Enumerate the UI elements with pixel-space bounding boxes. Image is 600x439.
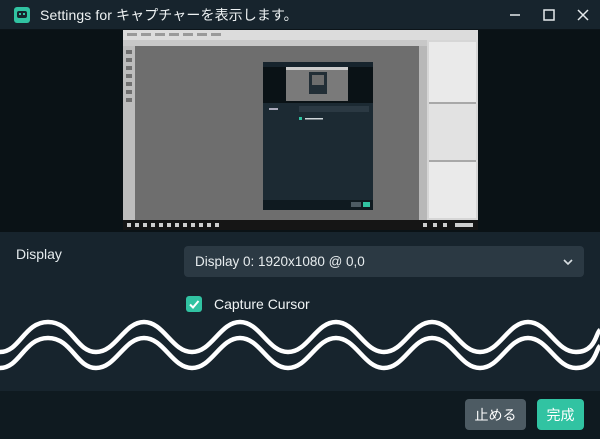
chevron-down-icon (563, 259, 573, 266)
window-controls (498, 0, 600, 29)
done-button[interactable]: 完成 (537, 399, 584, 430)
title-bar: Settings for キャプチャーを表示します。 (0, 0, 600, 30)
close-icon (577, 8, 589, 21)
preview-screenshot (123, 30, 478, 230)
display-select-value: Display 0: 1920x1080 @ 0,0 (195, 254, 365, 269)
capture-preview (0, 30, 600, 232)
maximize-button[interactable] (532, 0, 566, 29)
app-logo-icon (14, 6, 30, 23)
window-title: Settings for キャプチャーを表示します。 (40, 6, 298, 23)
maximize-icon (543, 8, 555, 21)
dialog-footer: 止める 完成 (0, 391, 600, 439)
checkmark-icon (189, 300, 200, 309)
display-label: Display (16, 246, 62, 262)
minimize-icon (510, 13, 520, 16)
minimize-button[interactable] (498, 0, 532, 29)
close-button[interactable] (566, 0, 600, 29)
preview-screenshot-image (123, 30, 478, 230)
cancel-button[interactable]: 止める (465, 399, 526, 430)
torn-edge-waves (0, 319, 600, 371)
display-select[interactable]: Display 0: 1920x1080 @ 0,0 (184, 246, 584, 277)
